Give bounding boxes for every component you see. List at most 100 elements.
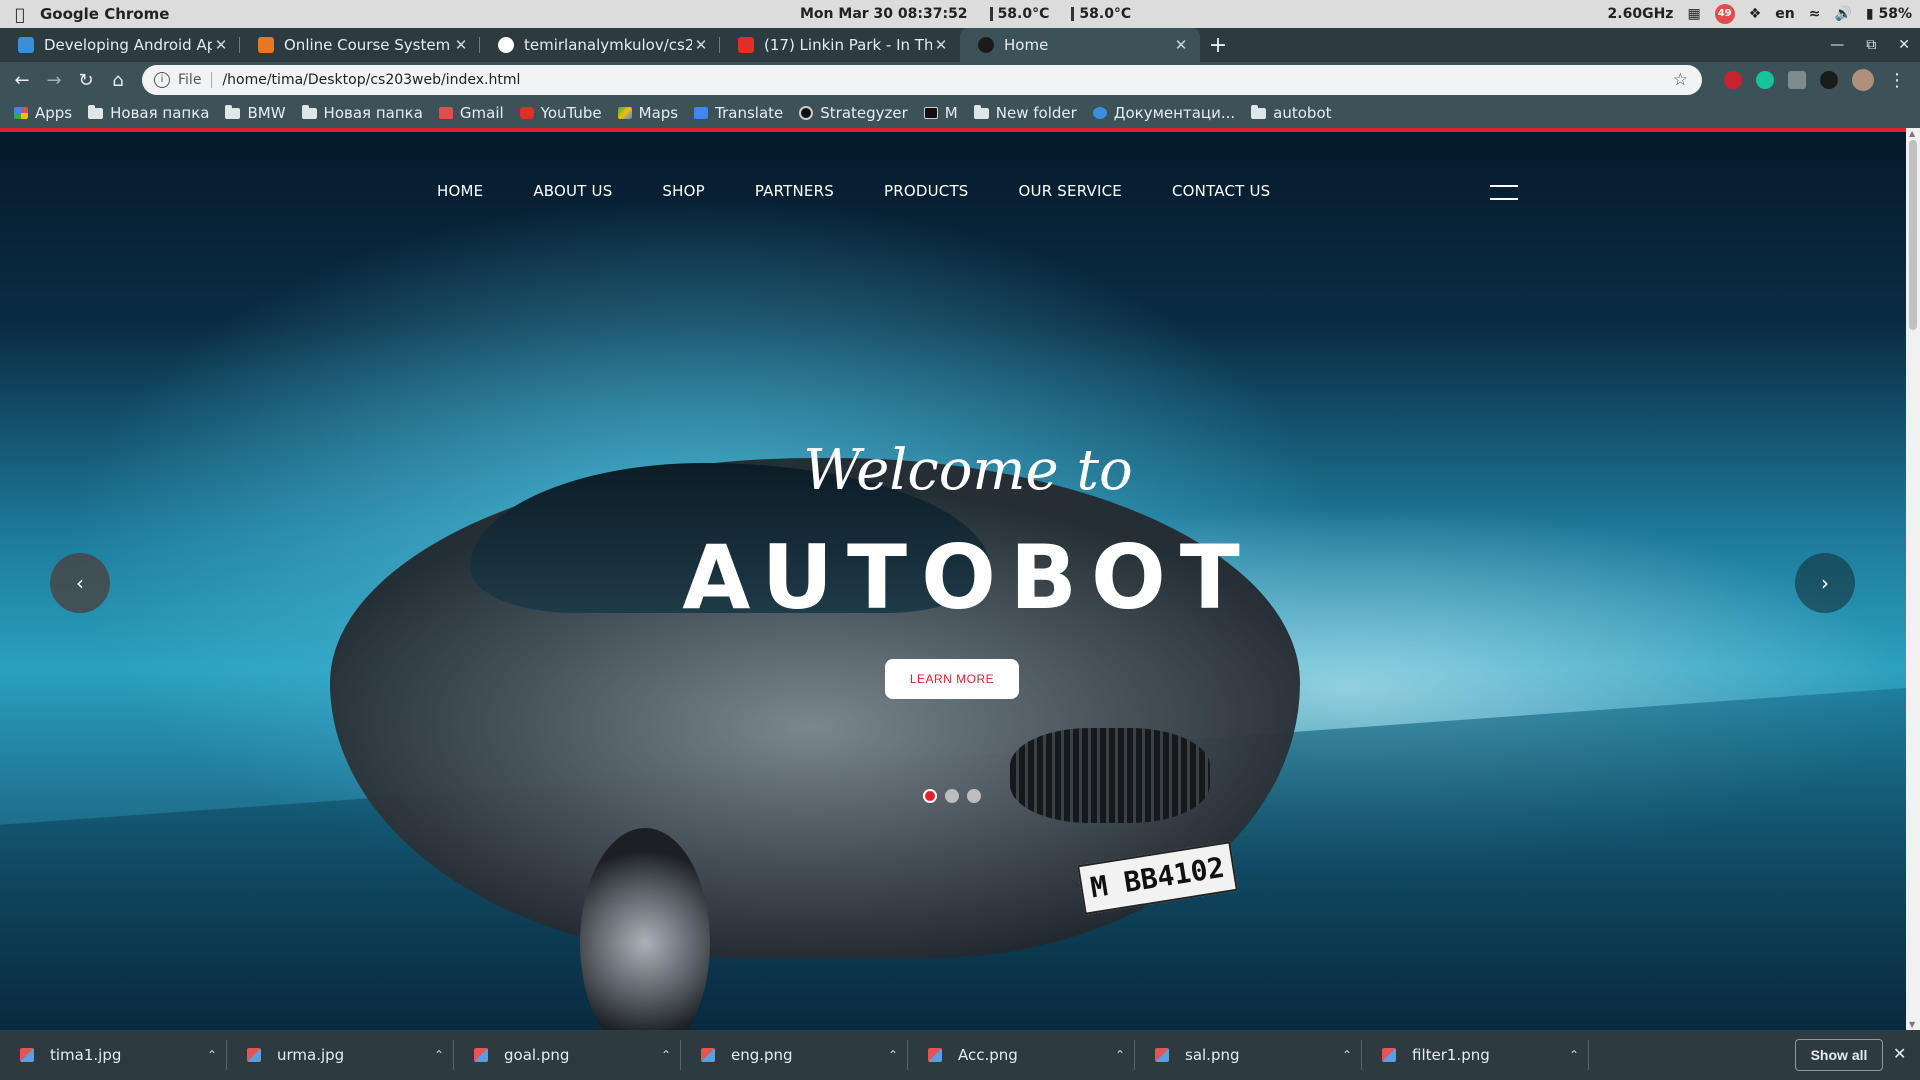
new-tab-button[interactable]: + [1200,28,1236,62]
pinterest-extension-icon[interactable] [1724,71,1742,89]
minimize-icon[interactable]: — [1830,37,1844,53]
bookmark-folder[interactable]: autobot [1251,104,1332,122]
grammarly-extension-icon[interactable] [1756,71,1774,89]
tab-github-repo[interactable]: temirlanalymkulov/cs203 ✕ [480,28,720,62]
download-item[interactable]: sal.png ⌃ [1135,1030,1362,1080]
close-tab-icon[interactable]: ✕ [932,36,950,54]
bookmark-folder[interactable]: Новая папка [301,104,423,122]
chevron-left-icon: ‹ [76,571,84,595]
bookmark-documentation[interactable]: Документаци... [1092,104,1235,122]
site-info-icon[interactable]: i [154,72,170,88]
carousel-prev-button[interactable]: ‹ [50,553,110,613]
bookmark-strategyzer[interactable]: Strategyzer [799,104,908,122]
bookmark-star-icon[interactable]: ☆ [1673,70,1688,90]
bookmark-folder[interactable]: Новая папка [88,104,209,122]
scroll-down-icon[interactable]: ▼ [1909,1020,1915,1029]
close-window-icon[interactable]: ✕ [1898,37,1910,53]
chevron-up-icon[interactable]: ⌃ [197,1048,227,1062]
tab-youtube-linkin-park[interactable]: (17) Linkin Park - In The End ✕ [720,28,960,62]
chevron-up-icon[interactable]: ⌃ [1559,1048,1589,1062]
nav-partners[interactable]: PARTNERS [755,182,834,200]
bookmark-folder[interactable]: New folder [973,104,1077,122]
chevron-up-icon[interactable]: ⌃ [1105,1048,1135,1062]
dropbox-icon[interactable]: ❖ [1749,6,1762,22]
image-file-icon [20,1048,34,1062]
chevron-up-icon[interactable]: ⌃ [651,1048,681,1062]
page-scrollbar[interactable]: ▲ ▼ [1906,128,1920,1030]
download-item[interactable]: eng.png ⌃ [681,1030,908,1080]
scroll-up-icon[interactable]: ▲ [1909,129,1915,138]
keyboard-language[interactable]: en [1775,6,1794,22]
bookmark-apps[interactable]: Apps [14,104,72,122]
back-arrow-icon[interactable]: ← [6,70,38,91]
bookmark-youtube[interactable]: YouTube [519,104,602,122]
extension-icon[interactable] [1788,71,1806,89]
chevron-up-icon[interactable]: ⌃ [424,1048,454,1062]
tab-developing-android-apps[interactable]: Developing Android Apps ✕ [0,28,240,62]
gnome-extension-icon[interactable] [1820,71,1838,89]
show-all-downloads-button[interactable]: Show all [1795,1039,1883,1071]
address-bar[interactable]: i File /home/tima/Desktop/cs203web/index… [142,65,1702,95]
profile-avatar[interactable] [1852,69,1874,91]
carousel-next-button[interactable]: › [1795,553,1855,613]
reload-icon[interactable]: ↻ [70,70,102,91]
nav-home[interactable]: HOME [437,182,483,200]
carousel-dot[interactable] [923,789,937,803]
nav-products[interactable]: PRODUCTS [884,182,969,200]
chevron-right-icon: › [1821,571,1829,595]
cpu-frequency: 2.60GHz [1607,6,1674,22]
download-item[interactable]: Acc.png ⌃ [908,1030,1135,1080]
bookmark-translate[interactable]: Translate [694,104,783,122]
chevron-up-icon[interactable]: ⌃ [878,1048,908,1062]
nav-our-service[interactable]: OUR SERVICE [1019,182,1122,200]
close-tab-icon[interactable]: ✕ [452,36,470,54]
carousel-dot[interactable] [945,789,959,803]
bookmark-gmail[interactable]: Gmail [438,104,504,122]
forward-arrow-icon[interactable]: → [38,70,70,91]
cpu-icon[interactable]: ▦ [1687,6,1700,22]
strategyzer-icon [799,106,814,120]
battery-indicator[interactable]: ▮ 58% [1866,6,1912,22]
chrome-menu-icon[interactable]: ⋮ [1888,70,1906,91]
apple-menu-icon[interactable]:  [0,5,40,24]
url-text[interactable]: /home/tima/Desktop/cs203web/index.html [222,72,520,88]
bookmark-folder[interactable]: BMW [225,104,286,122]
close-tab-icon[interactable]: ✕ [692,36,710,54]
top-accent-line [0,128,1906,132]
docs-icon [1092,107,1107,119]
nav-about-us[interactable]: ABOUT US [533,182,612,200]
udacity-favicon-icon [18,37,34,53]
maps-icon [617,107,632,119]
download-item[interactable]: goal.png ⌃ [454,1030,681,1080]
nav-shop[interactable]: SHOP [662,182,704,200]
carousel-dot[interactable] [967,789,981,803]
download-item[interactable]: tima1.jpg ⌃ [0,1030,227,1080]
url-scheme-label: File [178,72,213,88]
clock[interactable]: Mon Mar 30 08:37:52 [800,6,968,22]
downloads-shelf: tima1.jpg ⌃ urma.jpg ⌃ goal.png ⌃ eng.png ⌃ … [0,1030,1920,1080]
restore-icon[interactable]: ⧉ [1866,37,1876,53]
battery-icon: ▮ [1865,6,1874,22]
scrollbar-thumb[interactable] [1909,140,1917,330]
wifi-icon[interactable]: ≈ [1809,6,1821,22]
download-item[interactable]: filter1.png ⌃ [1362,1030,1589,1080]
page-viewport: M BB4102 HOME ABOUT US SHOP PARTNERS PRO… [0,128,1906,1030]
chevron-up-icon[interactable]: ⌃ [1332,1048,1362,1062]
close-tab-icon[interactable]: ✕ [1172,36,1190,54]
close-tab-icon[interactable]: ✕ [212,36,230,54]
learn-more-button[interactable]: LEARN MORE [885,659,1019,699]
folder-icon [225,104,241,119]
notification-badge[interactable]: 49 [1714,4,1735,24]
bookmark-maps[interactable]: Maps [617,104,678,122]
hamburger-menu-icon[interactable] [1490,185,1518,201]
bookmark-medium[interactable]: M [923,104,958,122]
download-item[interactable]: urma.jpg ⌃ [227,1030,454,1080]
tab-title: temirlanalymkulov/cs203 [524,36,692,54]
tab-home[interactable]: Home ✕ [960,28,1200,62]
close-downloads-icon[interactable]: ✕ [1893,1044,1906,1063]
tab-online-course-system[interactable]: Online Course System AIU ✕ [240,28,480,62]
carousel-indicators [923,789,981,803]
home-icon[interactable]: ⌂ [102,70,134,91]
nav-contact-us[interactable]: CONTACT US [1172,182,1270,200]
volume-icon[interactable]: 🔊 [1834,6,1851,22]
